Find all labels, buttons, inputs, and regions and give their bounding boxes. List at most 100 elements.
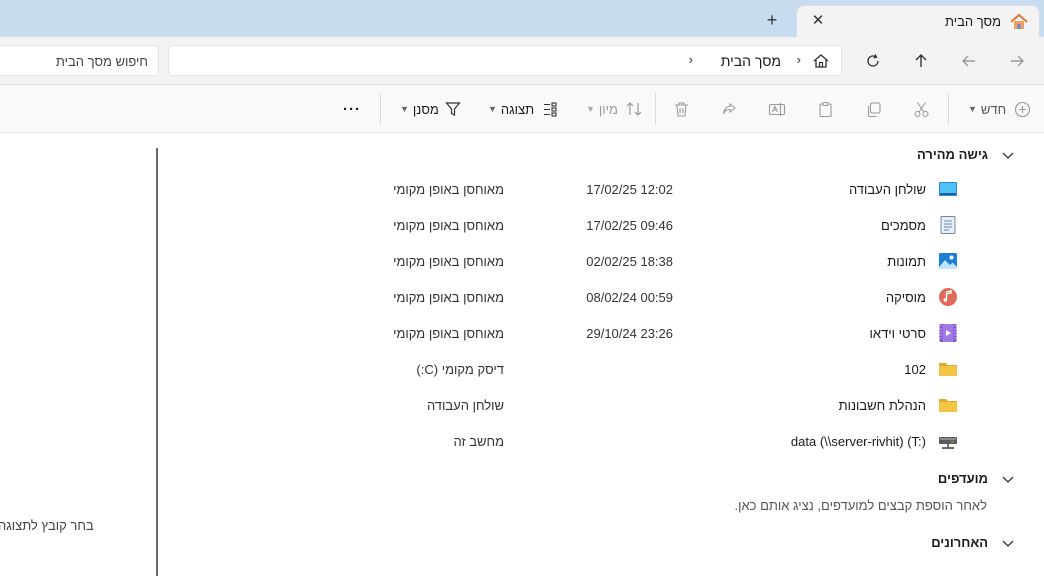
list-item[interactable]: הנהלת חשבונות שולחן העבודה: [160, 387, 1044, 423]
list-item[interactable]: תמונות 02/02/25 18:38 מאוחסן באופן מקומי: [160, 243, 1044, 279]
item-name: מסמכים: [880, 218, 926, 233]
item-date: 29/10/24 23:26: [586, 326, 673, 341]
new-button[interactable]: ▼ חדש: [964, 97, 1031, 121]
home-icon[interactable]: [811, 51, 831, 71]
item-name: שולחן העבודה: [848, 182, 926, 197]
search-placeholder: חיפוש מסך הבית: [55, 54, 148, 69]
list-item[interactable]: מסמכים 17/02/25 09:46 מאוחסן באופן מקומי: [160, 207, 1044, 243]
folder-icon: [939, 399, 957, 412]
documents-icon: [940, 216, 956, 234]
search-input[interactable]: חיפוש מסך הבית: [0, 45, 159, 76]
refresh-button[interactable]: [861, 49, 885, 73]
filter-icon: [445, 102, 461, 116]
item-name: הנהלת חשבונות: [838, 398, 926, 413]
item-location: מאוחסן באופן מקומי: [393, 290, 504, 305]
section-recent[interactable]: האחרונים: [931, 535, 1014, 550]
view-button[interactable]: ▼ תצוגה: [484, 97, 558, 121]
address-bar[interactable]: › מסך הבית ›: [168, 45, 842, 76]
item-date: 17/02/25 09:46: [586, 218, 673, 233]
cut-button[interactable]: [913, 97, 930, 121]
item-date: 08/02/24 00:59: [586, 290, 673, 305]
item-location: מאוחסן באופן מקומי: [393, 218, 504, 233]
forward-button[interactable]: [1005, 49, 1029, 73]
rename-button[interactable]: [768, 97, 786, 121]
chevron-down-icon: [1002, 152, 1014, 159]
close-tab-button[interactable]: ✕: [809, 12, 827, 30]
view-label: תצוגה: [500, 101, 535, 117]
toolbar-divider: [655, 93, 656, 125]
refresh-icon: [867, 54, 879, 67]
share-button[interactable]: [721, 97, 738, 121]
address-row: חיפוש מסך הבית › מסך הבית ›: [0, 37, 1044, 85]
arrow-up-icon: [915, 54, 927, 67]
navigation-pane: בחר קובץ לתצוגה: [0, 133, 152, 576]
up-button[interactable]: [909, 49, 933, 73]
back-button[interactable]: [957, 49, 981, 73]
tab-title: מסך הבית: [945, 14, 1001, 29]
item-name: סרטי וידאו: [869, 326, 926, 341]
list-item[interactable]: data (\\server-rivhit) (T:) מחשב זה: [160, 423, 1044, 459]
breadcrumb-chevron[interactable]: ›: [689, 52, 693, 67]
section-favorites[interactable]: מועדפים: [938, 471, 1014, 486]
item-date: 17/02/25 12:02: [586, 182, 673, 197]
item-location: מחשב זה: [453, 434, 504, 449]
add-circle-icon: [1015, 101, 1031, 117]
chevron-down-icon: [1002, 540, 1014, 547]
list-item[interactable]: 102 דיסק מקומי (C:): [160, 351, 1044, 387]
list-item[interactable]: שולחן העבודה 17/02/25 12:02 מאוחסן באופן…: [160, 171, 1044, 207]
trash-icon: [675, 101, 688, 117]
chevron-down-icon: ▼: [400, 104, 409, 114]
breadcrumb-home[interactable]: מסך הבית: [721, 53, 781, 69]
copy-icon: [867, 101, 881, 117]
tab-home[interactable]: ✕ מסך הבית: [796, 5, 1040, 37]
chevron-down-icon: ▼: [586, 104, 595, 114]
toolbar-divider: [948, 93, 949, 125]
content-pane: גישה מהירה שולחן העבודה 17/02/25 12:02 מ…: [160, 133, 1044, 576]
paste-button[interactable]: [817, 97, 834, 121]
new-tab-button[interactable]: +: [762, 10, 782, 30]
new-label: חדש: [980, 101, 1007, 117]
delete-button[interactable]: [673, 97, 690, 121]
paste-icon: [819, 101, 832, 117]
more-icon: ···: [343, 100, 361, 118]
item-date: 02/02/25 18:38: [586, 254, 673, 269]
section-quick-access[interactable]: גישה מהירה: [917, 147, 1014, 162]
command-bar: ··· ▼ מסנן ▼ תצוגה ▼ מיון ▼ חדש: [0, 85, 1044, 133]
videos-icon: [939, 324, 957, 342]
sort-button[interactable]: ▼ מיון: [582, 97, 642, 121]
desktop-icon: [939, 182, 957, 196]
sort-label: מיון: [598, 101, 618, 117]
arrow-left-icon: [962, 55, 975, 67]
item-location: מאוחסן באופן מקומי: [393, 326, 504, 341]
item-location: דיסק מקומי (C:): [416, 362, 504, 377]
share-icon: [722, 102, 736, 114]
item-location: מאוחסן באופן מקומי: [393, 254, 504, 269]
section-title: מועדפים: [937, 471, 988, 486]
item-name: תמונות: [887, 254, 926, 269]
home-icon: [1010, 13, 1028, 29]
network-drive-icon: [939, 437, 957, 449]
rename-icon: [768, 102, 786, 116]
item-location: מאוחסן באופן מקומי: [393, 182, 504, 197]
preview-hint: בחר קובץ לתצוגה: [0, 518, 94, 533]
arrow-right-icon: [1011, 55, 1024, 67]
item-location: שולחן העבודה: [426, 398, 504, 413]
item-name: data (\\server-rivhit) (T:): [790, 434, 926, 449]
pane-splitter[interactable]: [156, 148, 158, 576]
item-name: מוסיקה: [885, 290, 926, 305]
section-title: האחרונים: [931, 535, 988, 550]
breadcrumb-chevron[interactable]: ›: [797, 52, 801, 67]
chevron-down-icon: ▼: [488, 104, 497, 114]
list-item[interactable]: סרטי וידאו 29/10/24 23:26 מאוחסן באופן מ…: [160, 315, 1044, 351]
list-item[interactable]: מוסיקה 08/02/24 00:59 מאוחסן באופן מקומי: [160, 279, 1044, 315]
chevron-down-icon: ▼: [968, 104, 977, 114]
tab-strip: + ✕ מסך הבית: [0, 0, 1044, 37]
more-options-button[interactable]: ···: [343, 97, 361, 121]
folder-icon: [939, 363, 957, 376]
copy-button[interactable]: [865, 97, 882, 121]
filter-button[interactable]: ▼ מסנן: [396, 97, 461, 121]
section-title: גישה מהירה: [916, 147, 988, 162]
favorites-empty-hint: לאחר הוספת קבצים למועדפים, נציג אותם כאן…: [734, 498, 987, 513]
item-name: 102: [904, 362, 926, 377]
pictures-icon: [939, 253, 957, 269]
